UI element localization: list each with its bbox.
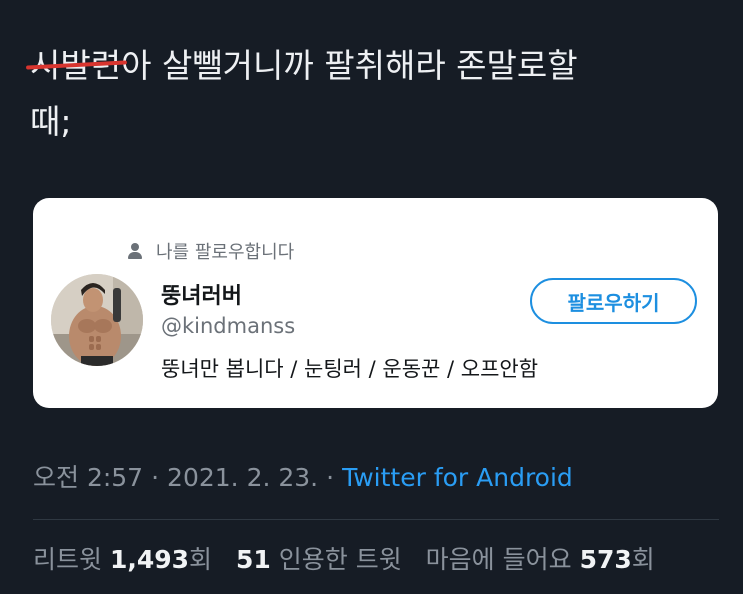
divider (33, 519, 719, 520)
display-name[interactable]: 뚱녀러버 (161, 278, 242, 310)
quotes-label: 인용한 트윗 (278, 545, 402, 574)
retweets-stat[interactable]: 리트윗 1,493회 (33, 545, 212, 574)
avatar-photo (51, 274, 143, 366)
struck-word: 시발련 (25, 38, 128, 94)
quotes-stat[interactable]: 51 인용한 트윗 (236, 545, 402, 574)
tweet-date: 2021. 2. 23. (167, 463, 319, 492)
user-handle[interactable]: @kindmanss (161, 314, 295, 338)
person-icon (128, 243, 142, 259)
tweet-text-rest: 아 살뺄거니까 팔취해라 존말로할 (121, 46, 578, 85)
follow-button[interactable]: 팔로우하기 (530, 278, 697, 324)
quotes-count: 51 (236, 545, 271, 574)
tweet-stats: 리트윗 1,493회 51 인용한 트윗 마음에 들어요 573회 (33, 540, 655, 576)
likes-stat[interactable]: 마음에 들어요 573회 (426, 545, 655, 574)
follows-you-row: 나를 팔로우합니다 (128, 238, 294, 264)
tweet-text: 시발련 아 살뺄거니까 팔취해라 존말로할 때; (25, 38, 720, 150)
likes-unit: 회 (631, 545, 655, 574)
tweet-meta: 오전 2:57 · 2021. 2. 23. · Twitter for Android (33, 458, 573, 494)
follows-you-label: 나를 팔로우합니다 (156, 242, 295, 263)
avatar[interactable] (51, 274, 143, 366)
profile-card[interactable]: 나를 팔로우합니다 뚱녀러버 @kindmanss 뚱녀만 봅니다 / 눈팅러 … (33, 198, 718, 408)
meta-separator: · (151, 463, 160, 492)
retweets-unit: 회 (189, 545, 213, 574)
likes-count: 573 (579, 545, 632, 574)
tweet-text-line2: 때; (30, 102, 72, 141)
user-bio: 뚱녀만 봅니다 / 눈팅러 / 운동꾼 / 오프안함 (161, 357, 539, 381)
retweets-count: 1,493 (109, 545, 190, 574)
tweet-client-link[interactable]: Twitter for Android (342, 463, 573, 492)
meta-separator: · (326, 463, 335, 492)
likes-label: 마음에 들어요 (425, 545, 572, 574)
retweets-label: 리트윗 (33, 545, 103, 574)
tweet-time: 오전 2:57 (33, 463, 144, 492)
